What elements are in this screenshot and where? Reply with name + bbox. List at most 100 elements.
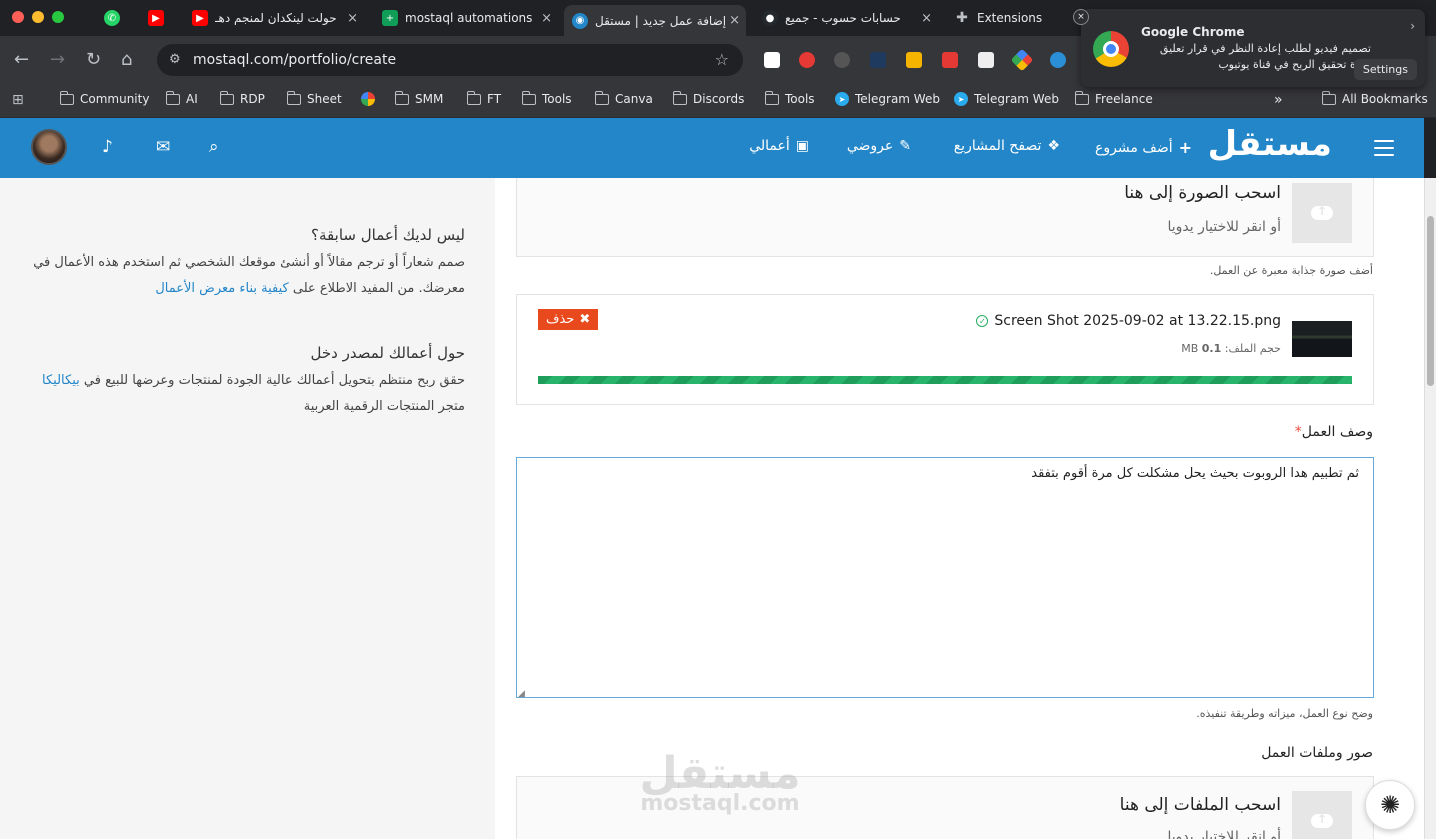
nav-my-bids[interactable]: ✎ عروضي — [847, 138, 911, 154]
bookmark-ai[interactable]: AI — [165, 90, 198, 106]
folder-icon — [764, 90, 779, 105]
bookmark-tools[interactable]: Tools — [521, 90, 572, 106]
nav-my-works[interactable]: ▣ أعمالي — [749, 138, 809, 154]
site-logo[interactable]: مستقل — [1208, 124, 1332, 164]
tag-icon: ✎ — [899, 138, 911, 154]
minimize-window-button[interactable] — [32, 11, 44, 23]
home-icon[interactable]: ⌂ — [121, 50, 132, 70]
tab-label: mostaql automations — [405, 11, 533, 25]
puzzle-icon: ✚ — [956, 10, 968, 26]
address-bar[interactable]: ⚙ mostaql.com/portfolio/create ☆ — [157, 44, 743, 76]
close-window-button[interactable] — [12, 11, 24, 23]
all-bookmarks[interactable]: All Bookmarks — [1321, 90, 1428, 106]
folder-icon — [466, 90, 481, 105]
page-scrollbar[interactable] — [1424, 178, 1436, 839]
bookmark-rdp[interactable]: RDP — [219, 90, 265, 106]
extension-icon[interactable] — [799, 52, 815, 68]
nav-browse-projects[interactable]: ❖ تصفح المشاريع — [954, 138, 1060, 154]
extension-icon[interactable] — [1050, 52, 1066, 68]
telegram-icon: ➤ — [954, 92, 968, 106]
tab-label: إضافة عمل جديد | مستقل — [595, 13, 727, 28]
extension-icon[interactable] — [834, 52, 850, 68]
chrome-notification[interactable]: × Google Chrome تصميم فيديو لطلب إعادة ا… — [1073, 9, 1425, 87]
bookmark-ft[interactable]: FT — [466, 90, 501, 106]
forward-icon[interactable]: → — [50, 50, 65, 70]
scrollbar-thumb[interactable] — [1427, 216, 1434, 386]
extension-icon[interactable] — [978, 52, 994, 68]
sidebar-text: حقق ربح منتظم بتحويل أعمالك عالية الجودة… — [42, 373, 465, 414]
upload-cloud-icon — [1292, 791, 1352, 839]
close-tab-icon[interactable]: × — [921, 11, 932, 26]
close-tab-icon[interactable]: × — [541, 11, 552, 26]
close-tab-icon[interactable]: × — [729, 13, 740, 28]
tab-extensions[interactable]: ✚ Extensions — [946, 5, 1076, 31]
folder-icon — [219, 90, 234, 105]
tab-linkedin-video[interactable]: ▶ حولت لينكدان لمنجم دهـ × — [184, 5, 364, 31]
file-thumbnail — [1292, 321, 1352, 357]
bicalica-link[interactable]: بيكاليكا — [42, 373, 80, 388]
dropzone-title: اسحب الملفات إلى هنا — [1119, 795, 1281, 815]
bookmark-smm[interactable]: SMM — [394, 90, 443, 106]
brain-assistant-icon[interactable]: ✺ — [1365, 780, 1415, 830]
tab-label: حولت لينكدان لمنجم دهـ — [215, 11, 337, 25]
cubes-icon: ❖ — [1047, 138, 1060, 154]
folder-icon — [1074, 90, 1089, 105]
youtube-icon: ▶ — [192, 10, 208, 26]
bookmark-star-icon[interactable]: ☆ — [715, 50, 729, 69]
sheets-icon: + — [382, 10, 398, 26]
extension-icon[interactable] — [942, 52, 958, 68]
bell-icon[interactable]: ♪ — [102, 137, 113, 157]
bookmark-freelance[interactable]: Freelance — [1074, 90, 1153, 106]
notification-body: تصميم فيديو لطلب إعادة النظر في قرار تعل… — [1159, 42, 1371, 71]
upload-progress-bar — [538, 376, 1352, 384]
reload-icon[interactable]: ↻ — [86, 50, 101, 70]
hamburger-menu-icon[interactable] — [1374, 140, 1394, 156]
tab-add-portfolio-active[interactable]: ◉ إضافة عمل جديد | مستقل × — [564, 5, 746, 36]
page-content: ليس لديك أعمال سابقة؟ صمم شعاراً أو ترجم… — [0, 178, 1424, 839]
extension-icon[interactable] — [764, 52, 780, 68]
dropzone-subtitle: أو انقر للاختيار يدويا — [1167, 219, 1281, 235]
folder-icon — [286, 90, 301, 105]
bookmark-discords[interactable]: Discords — [672, 90, 744, 106]
nav-add-project[interactable]: + أضف مشروع — [1095, 138, 1192, 157]
site-info-icon[interactable]: ⚙ — [169, 52, 185, 68]
tab-youtube[interactable]: ▶ — [140, 5, 180, 31]
resize-handle-icon[interactable]: ◢ — [518, 689, 525, 699]
close-icon: ✖ — [579, 312, 591, 327]
extension-icon[interactable] — [870, 52, 886, 68]
sidebar-no-works-block: ليس لديك أعمال سابقة؟ صمم شعاراً أو ترجم… — [25, 226, 465, 302]
delete-file-button[interactable]: ✖ حذف — [538, 309, 599, 330]
bookmark-google[interactable] — [361, 92, 375, 106]
extension-icon[interactable] — [906, 52, 922, 68]
bookmark-community[interactable]: Community — [59, 90, 149, 106]
folder-icon — [394, 90, 409, 105]
search-icon[interactable]: ⌕ — [209, 137, 219, 157]
telegram-icon: ➤ — [835, 92, 849, 106]
close-notification-icon[interactable]: × — [1073, 9, 1089, 25]
more-bookmarks-icon[interactable]: » — [1274, 92, 1283, 108]
site-header: مستقل + أضف مشروع ❖ تصفح المشاريع ✎ عروض… — [0, 118, 1424, 178]
tab-mostaql-automations[interactable]: + mostaql automations × — [374, 5, 558, 31]
tab-hsoub-accounts[interactable]: ● حسابات حسوب - جميع × — [754, 5, 938, 31]
apps-icon[interactable]: ⊞ — [12, 92, 24, 108]
avatar[interactable] — [31, 129, 67, 165]
back-icon[interactable]: ← — [14, 50, 29, 70]
bookmark-sheet[interactable]: Sheet — [286, 90, 342, 106]
briefcase-icon: ▣ — [795, 138, 809, 154]
dropzone-title: اسحب الصورة إلى هنا — [1124, 183, 1281, 203]
image-dropzone[interactable]: اسحب الصورة إلى هنا أو انقر للاختيار يدو… — [516, 178, 1374, 257]
maximize-window-button[interactable] — [52, 11, 64, 23]
bookmark-telegram-web-2[interactable]: ➤ Telegram Web — [954, 92, 1059, 106]
upload-cloud-icon — [1292, 183, 1352, 243]
description-textarea[interactable] — [516, 457, 1374, 698]
envelope-icon[interactable]: ✉ — [156, 137, 170, 157]
tab-whatsapp[interactable]: ✆ — [96, 5, 136, 31]
notification-settings-button[interactable]: Settings — [1353, 59, 1417, 80]
chevron-right-icon[interactable]: › — [1410, 19, 1415, 33]
close-tab-icon[interactable]: × — [347, 11, 358, 26]
bookmark-telegram-web[interactable]: ➤ Telegram Web — [835, 92, 940, 106]
folder-icon — [672, 90, 687, 105]
bookmark-canva[interactable]: Canva — [594, 90, 653, 106]
bookmark-tools-2[interactable]: Tools — [764, 90, 815, 106]
portfolio-guide-link[interactable]: كيفية بناء معرض الأعمال — [155, 281, 288, 296]
